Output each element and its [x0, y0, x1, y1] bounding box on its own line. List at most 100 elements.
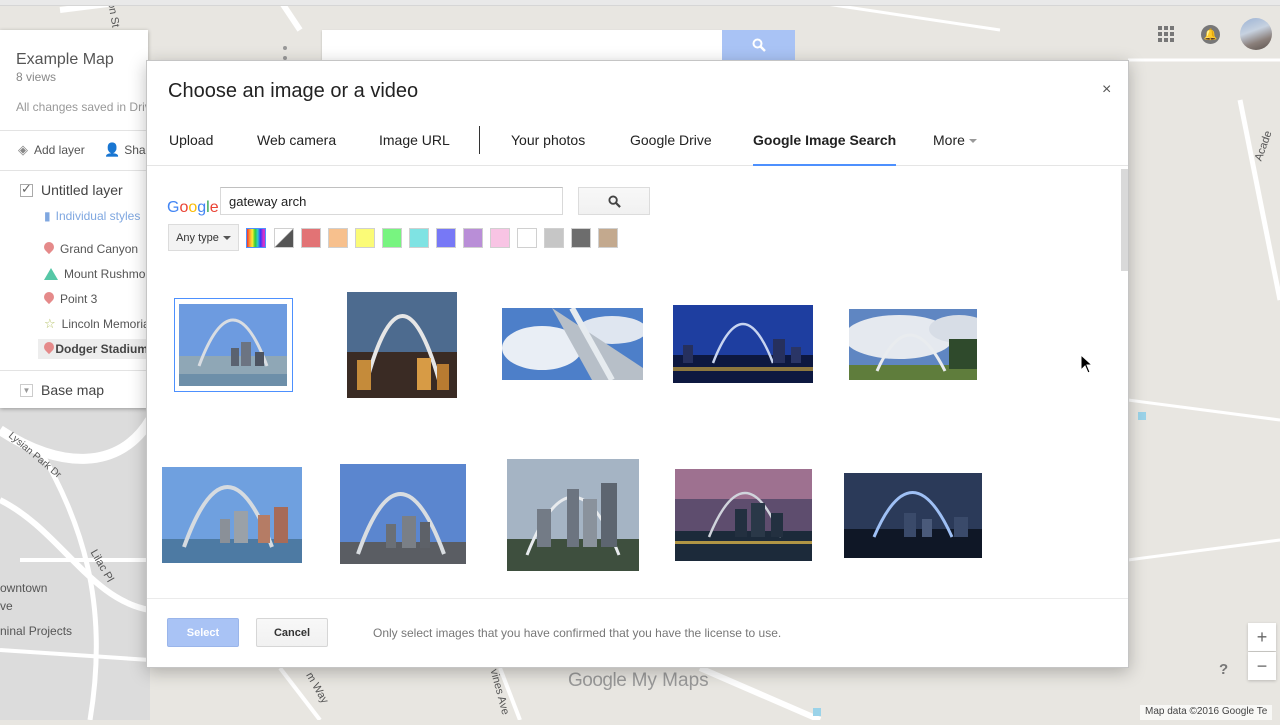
image-search-input[interactable]	[220, 187, 563, 215]
color-filter-black-and-white[interactable]	[274, 228, 294, 248]
map-views-count: 8 views	[16, 70, 57, 84]
color-filter-blue[interactable]	[436, 228, 456, 248]
color-filter-teal[interactable]	[409, 228, 429, 248]
map-pin-icon	[44, 242, 54, 256]
color-filter-red[interactable]	[301, 228, 321, 248]
triangle-marker-icon	[44, 268, 58, 280]
browser-edge	[0, 0, 1280, 6]
individual-styles-link[interactable]: ▮ Individual styles	[44, 209, 140, 223]
individual-styles-label: Individual styles	[55, 209, 141, 223]
place-item[interactable]: Grand Canyon	[44, 239, 138, 259]
result-thumbnail[interactable]	[844, 473, 982, 558]
color-filter-pink[interactable]	[490, 228, 510, 248]
search-icon	[752, 38, 766, 52]
logo-letter: o	[188, 199, 198, 216]
logo-google: Google	[568, 670, 627, 691]
map-pin-icon	[44, 342, 49, 356]
logo-my-maps: My Maps	[631, 670, 709, 691]
panel-divider	[0, 170, 148, 171]
base-map-toggle[interactable]: ▼ Base map	[20, 382, 104, 398]
gateway-arch-photo	[162, 467, 302, 563]
result-thumbnail[interactable]	[849, 309, 977, 380]
map-title[interactable]: Example Map	[16, 51, 114, 69]
result-thumbnail[interactable]	[162, 467, 302, 563]
map-label-downtown: owntown	[0, 581, 48, 595]
result-thumbnail[interactable]	[675, 469, 812, 561]
image-search-button[interactable]	[578, 187, 650, 215]
result-thumbnail[interactable]	[502, 308, 643, 380]
result-thumbnail[interactable]	[347, 292, 457, 398]
color-filter-white[interactable]	[517, 228, 537, 248]
scrollbar-thumb[interactable]	[1121, 169, 1128, 271]
tab-google-drive[interactable]: Google Drive	[630, 121, 712, 166]
select-button[interactable]: Select	[167, 618, 239, 647]
tab-your-photos[interactable]: Your photos	[511, 121, 585, 166]
result-thumbnail[interactable]	[179, 304, 287, 386]
color-filter-yellow[interactable]	[355, 228, 375, 248]
share-label: Share	[124, 143, 148, 157]
place-item[interactable]: Mount Rushmore	[44, 264, 148, 284]
image-type-dropdown[interactable]: Any type	[168, 224, 239, 251]
chevron-down-icon	[222, 235, 231, 240]
tab-upload[interactable]: Upload	[169, 121, 213, 166]
result-thumbnail[interactable]	[673, 305, 813, 383]
chevron-down-icon[interactable]: ▼	[20, 383, 33, 397]
color-filter-full-color[interactable]	[246, 228, 266, 248]
layer-visibility-checkbox[interactable]	[20, 181, 33, 197]
map-search-button[interactable]	[722, 30, 795, 60]
notifications-icon[interactable]: 🔔	[1201, 25, 1220, 44]
help-icon[interactable]: ?	[1219, 661, 1228, 678]
color-filter-green[interactable]	[382, 228, 402, 248]
tab-web-camera[interactable]: Web camera	[257, 121, 336, 166]
tab-image-url[interactable]: Image URL	[379, 121, 450, 166]
color-filter-orange[interactable]	[328, 228, 348, 248]
terms-link[interactable]: Te	[1257, 706, 1268, 717]
google-logo: Google	[167, 199, 219, 217]
tab-more[interactable]: More	[933, 121, 977, 166]
gateway-arch-photo	[507, 459, 639, 571]
share-button[interactable]: 👤 Share	[104, 142, 148, 158]
logo-letter: g	[197, 199, 207, 216]
tab-divider	[479, 126, 480, 154]
apps-grid-icon[interactable]	[1158, 26, 1174, 42]
layers-panel: Example Map 8 views All changes saved in…	[0, 30, 148, 408]
result-thumbnail[interactable]	[507, 459, 639, 571]
map-pin-icon	[44, 292, 54, 306]
place-name: Mount Rushmore	[64, 267, 148, 281]
search-icon	[607, 194, 621, 208]
place-name: Point 3	[60, 292, 98, 306]
save-status: All changes saved in Drive	[16, 100, 148, 114]
layer-name[interactable]: Untitled layer	[41, 182, 123, 198]
place-item[interactable]: ☆ Lincoln Memorial	[44, 314, 148, 334]
avatar[interactable]	[1240, 18, 1272, 50]
map-attribution-text: Map data ©2016 Google	[1145, 706, 1255, 717]
zoom-out-button[interactable]: −	[1248, 652, 1276, 680]
tab-more-label: More	[933, 132, 965, 148]
layer-header[interactable]: Untitled layer	[20, 181, 123, 198]
add-layer-button[interactable]: ◈ Add layer	[18, 142, 85, 158]
place-item-selected[interactable]: Dodger Stadium	[38, 339, 148, 359]
logo-letter: G	[167, 199, 180, 216]
cancel-button[interactable]: Cancel	[256, 618, 328, 647]
color-filter-black[interactable]	[571, 228, 591, 248]
place-name: Lincoln Memorial	[61, 317, 148, 331]
zoom-in-button[interactable]: +	[1248, 623, 1276, 651]
map-search-input[interactable]	[322, 30, 722, 60]
gateway-arch-photo	[844, 473, 982, 558]
gateway-arch-photo	[179, 304, 287, 386]
place-item[interactable]: Point 3	[44, 289, 97, 309]
logo-letter: e	[209, 199, 219, 216]
place-name: Dodger Stadium	[55, 342, 148, 356]
panel-divider	[0, 130, 148, 131]
more-options-icon[interactable]	[283, 46, 287, 60]
color-filter-purple[interactable]	[463, 228, 483, 248]
mouse-cursor-icon	[1080, 354, 1094, 374]
gateway-arch-photo	[502, 308, 643, 380]
color-filter-brown[interactable]	[598, 228, 618, 248]
result-thumbnail[interactable]	[340, 464, 466, 564]
close-icon[interactable]: ×	[1102, 81, 1111, 99]
gateway-arch-photo	[673, 305, 813, 383]
tab-google-image-search[interactable]: Google Image Search	[753, 121, 897, 166]
place-name: Grand Canyon	[60, 242, 139, 256]
color-filter-gray[interactable]	[544, 228, 564, 248]
